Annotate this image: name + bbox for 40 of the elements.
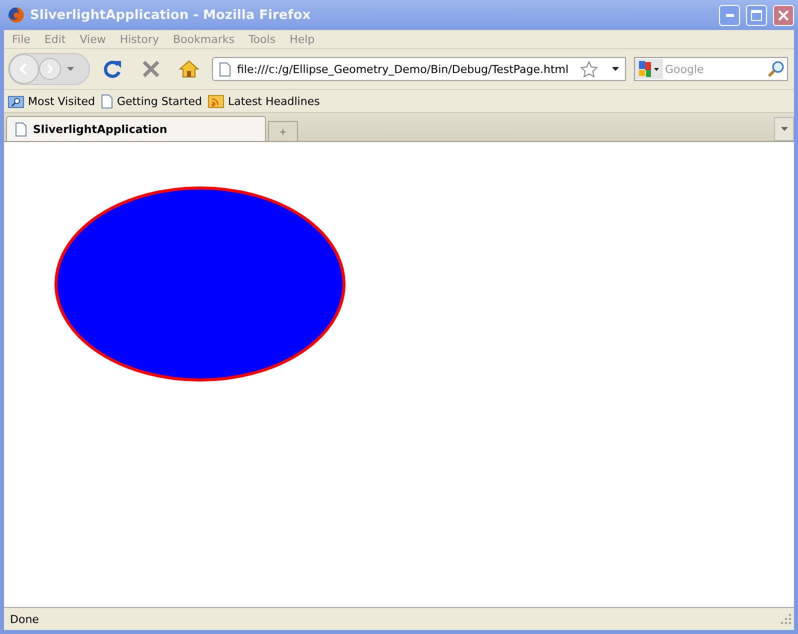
search-field[interactable]: Google (634, 57, 788, 81)
bookmark-link[interactable]: Most Visited (8, 94, 95, 108)
back-button[interactable] (9, 54, 39, 84)
browser-tab[interactable]: SliverlightApplication (6, 116, 266, 141)
menu-item[interactable]: File (10, 32, 38, 46)
menu-item[interactable]: History (118, 32, 167, 46)
bookmark-link[interactable]: Getting Started (100, 94, 202, 108)
search-icon[interactable] (767, 60, 785, 78)
bookmark-link[interactable]: Latest Headlines (208, 94, 320, 108)
star-icon[interactable] (580, 60, 598, 78)
search-engine-icon[interactable] (635, 59, 663, 79)
dropdown-arrow-icon[interactable] (612, 67, 619, 71)
close-icon (778, 10, 789, 20)
home-icon (179, 60, 199, 78)
maximize-icon (751, 10, 762, 20)
status-text: Done (10, 612, 40, 626)
page-icon (100, 94, 113, 108)
resize-grip-icon[interactable] (780, 613, 792, 625)
firefox-logo-icon (8, 7, 24, 23)
page-icon (15, 122, 27, 136)
reload-icon (103, 59, 123, 79)
tab-list-button[interactable] (774, 117, 794, 141)
caret-icon (780, 127, 788, 131)
forward-button[interactable] (39, 58, 61, 80)
menu-item[interactable]: Bookmarks (170, 32, 242, 46)
menu-item[interactable]: View (78, 32, 114, 46)
menu-item[interactable]: Help (288, 32, 323, 46)
minimize-icon (726, 14, 734, 16)
address-field[interactable]: file:///c:/g/Ellipse_Geometry_Demo/Bin/Debug/TestPage.html (212, 57, 626, 81)
feed-folder-icon (208, 94, 224, 108)
minimize-button[interactable] (719, 4, 740, 26)
folder-search-icon (8, 94, 24, 108)
window-title: SliverlightApplication - Mozilla Firefox (30, 8, 312, 22)
stop-icon (142, 60, 160, 78)
page-icon (219, 62, 231, 76)
new-tab-button[interactable]: + (268, 121, 298, 141)
maximize-button[interactable] (746, 4, 767, 26)
menu-item[interactable]: Edit (42, 32, 74, 46)
menu-item[interactable]: Tools (246, 32, 284, 46)
close-button[interactable] (773, 4, 794, 26)
